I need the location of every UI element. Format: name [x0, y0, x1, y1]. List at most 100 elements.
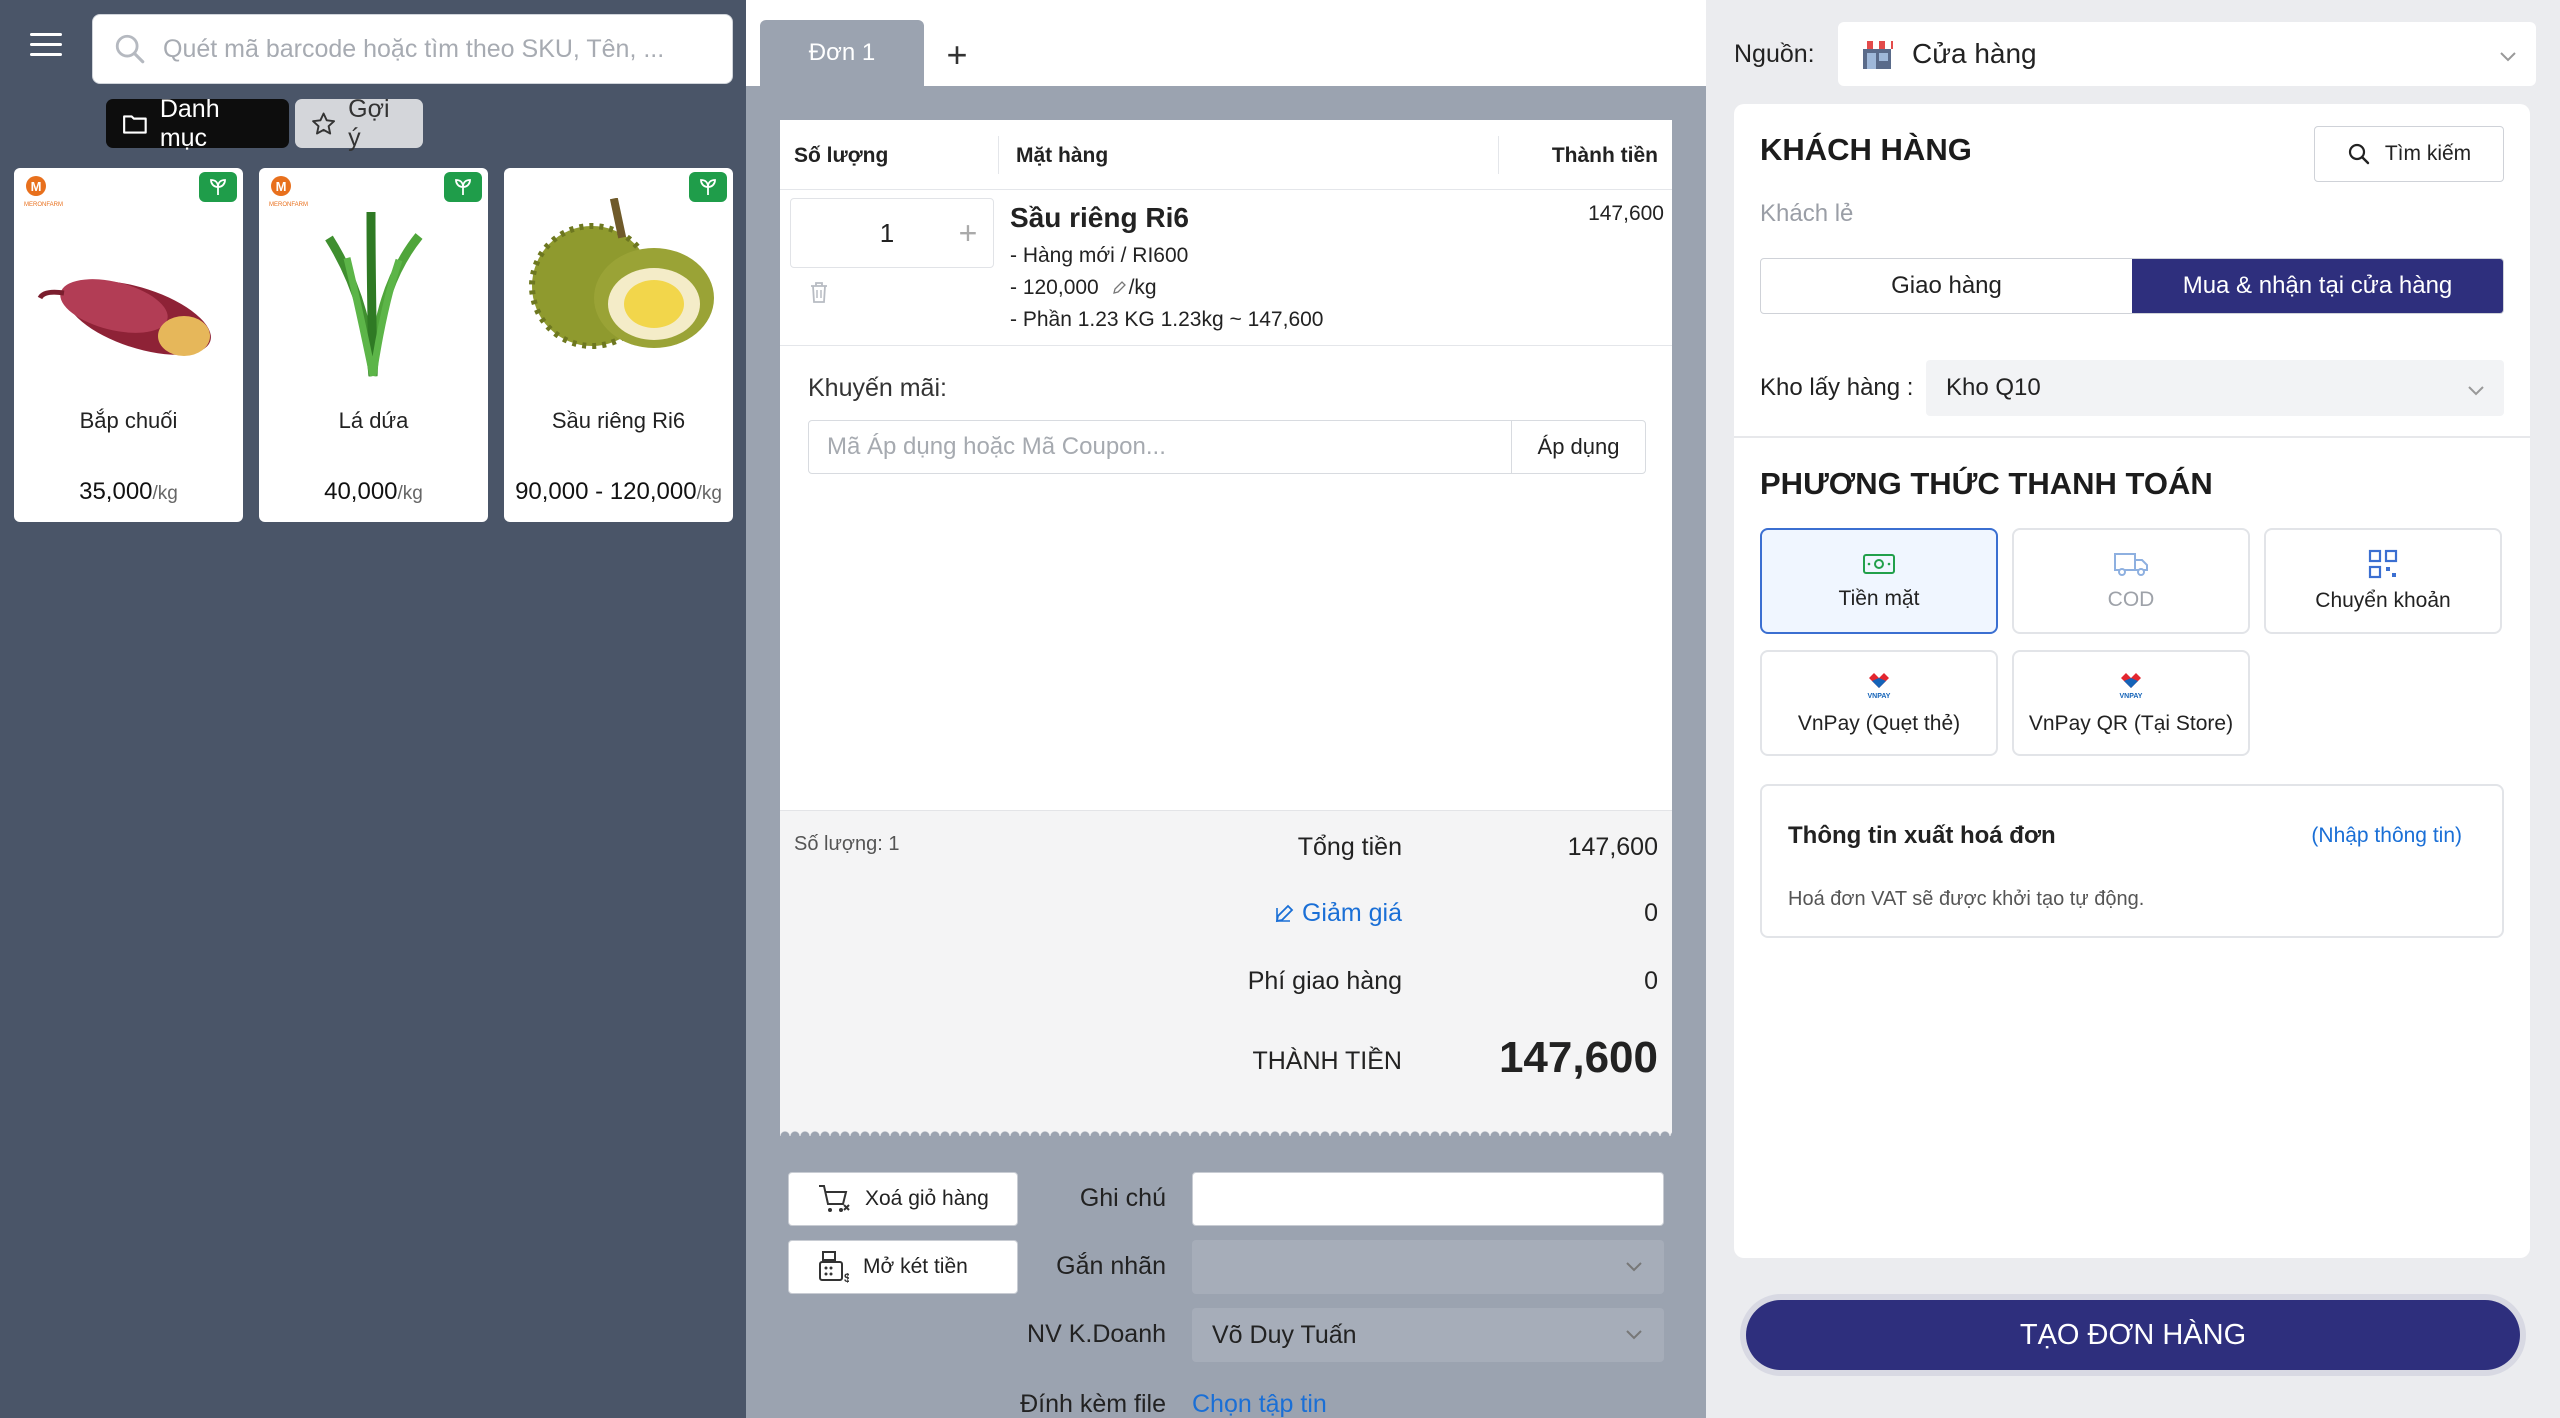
source-label: Nguồn:: [1734, 40, 1815, 68]
quantity-stepper[interactable]: 1 +: [790, 198, 994, 268]
discount-label: Giảm giá: [1301, 899, 1402, 927]
promo-label: Khuyến mãi:: [808, 374, 947, 402]
folder-icon: [123, 114, 147, 134]
chevron-down-icon: [2500, 52, 2516, 62]
delivery-truck-icon: [2114, 553, 2148, 576]
discount-link[interactable]: Giảm giá: [1274, 899, 1402, 928]
edit-pencil-icon[interactable]: [1111, 280, 1127, 296]
search-input[interactable]: [163, 34, 683, 64]
product-price: 40,000/kg: [259, 478, 488, 506]
discount-value: 0: [1644, 899, 1658, 927]
section-divider: [1734, 436, 2530, 438]
category-label: Danh mục: [159, 94, 220, 152]
column-divider: [1498, 136, 1499, 174]
search-bar[interactable]: [92, 14, 733, 84]
cash-register-icon: $: [819, 1251, 849, 1284]
svg-text:M: M: [276, 179, 287, 194]
quantity-increase-button[interactable]: +: [943, 215, 993, 252]
product-card[interactable]: Sầu riêng Ri6 90,000 - 120,000/kg: [504, 168, 733, 522]
product-name: Sầu riêng Ri6: [551, 408, 686, 433]
order-tabs: Đơn 1 +: [746, 0, 1706, 86]
open-drawer-button[interactable]: $ Mở két tiền: [788, 1240, 1018, 1294]
customer-name: Khách lẻ: [1760, 200, 1854, 227]
warehouse-select[interactable]: Kho Q10: [1926, 360, 2504, 416]
cart-area: Đơn 1 + Số lượng Mặt hàng Thành tiền 1 +…: [746, 0, 1706, 1418]
payment-cod-label: COD: [2107, 588, 2155, 611]
hamburger-menu-icon[interactable]: [26, 26, 66, 66]
choose-file-link[interactable]: Chọn tập tin: [1192, 1390, 1327, 1418]
star-icon: [312, 112, 336, 134]
payment-cash[interactable]: Tiền mặt: [1760, 528, 1998, 634]
durian-image: [529, 198, 714, 349]
item-name: Sầu riêng Ri6: [1010, 202, 1189, 233]
fulfillment-toggle: Giao hàng Mua & nhận tại cửa hàng: [1760, 258, 2504, 314]
quantity-value[interactable]: 1: [791, 218, 943, 249]
tab-order-1[interactable]: Đơn 1: [760, 20, 924, 86]
price-value: 35,000: [79, 478, 153, 505]
in-store-pickup-option[interactable]: Mua & nhận tại cửa hàng: [2132, 259, 2503, 313]
promo-field: Áp dụng: [808, 420, 1646, 474]
receipt-header: Số lượng Mặt hàng Thành tiền: [780, 120, 1672, 190]
delivery-option[interactable]: Giao hàng: [1761, 259, 2132, 313]
sales-staff-value: Võ Duy Tuấn: [1212, 1320, 1357, 1349]
product-price: 35,000/kg: [14, 478, 243, 506]
trash-icon[interactable]: [808, 280, 830, 304]
unit-price-suffix: /kg: [1128, 276, 1157, 299]
banana-flower-image: [37, 279, 211, 356]
product-card[interactable]: M MERONFARM Bắp chuối 35,000/kg: [14, 168, 243, 522]
grand-total-value: 147,600: [1498, 1033, 1658, 1082]
suggest-button[interactable]: Gợi ý: [295, 95, 423, 152]
price-value: 90,000 - 120,000: [515, 478, 697, 505]
create-order-button[interactable]: TẠO ĐƠN HÀNG: [1746, 1300, 2520, 1370]
grand-total-label: THÀNH TIỀN: [1252, 1047, 1402, 1075]
invoice-title: Thông tin xuất hoá đơn: [1788, 822, 2056, 849]
apply-coupon-button[interactable]: Áp dụng: [1511, 421, 1645, 473]
vnpay-logo-text: VNPAY: [1868, 693, 1891, 700]
tag-select[interactable]: [1192, 1240, 1664, 1294]
customer-search-button[interactable]: Tìm kiếm: [2314, 126, 2504, 182]
checkout-card: KHÁCH HÀNG Tìm kiếm Khách lẻ Giao hàng M…: [1734, 104, 2530, 1258]
shipping-label: Phí giao hàng: [1247, 967, 1402, 995]
payment-transfer-label: Chuyển khoản: [2315, 589, 2451, 612]
customer-search-label: Tìm kiếm: [2384, 142, 2472, 165]
payment-section-title: PHƯƠNG THỨC THANH TOÁN: [1760, 466, 2213, 501]
item-count: Số lượng: 1: [794, 833, 900, 855]
edit-icon: [1275, 904, 1294, 923]
coupon-input[interactable]: [809, 421, 1511, 473]
payment-vnpay-card[interactable]: VNPAY VnPay (Quẹt thẻ): [1760, 650, 1998, 756]
invoice-info-box: Thông tin xuất hoá đơn (Nhập thông tin) …: [1760, 784, 2504, 938]
payment-vnpay-qr[interactable]: VNPAY VnPay QR (Tại Store): [2012, 650, 2250, 756]
customer-section-title: KHÁCH HÀNG: [1760, 132, 1972, 167]
price-unit: /kg: [397, 483, 423, 504]
receipt-edge-bottom: [780, 1126, 1672, 1136]
tag-label: Gắn nhãn: [1056, 1252, 1166, 1280]
total-column-header: Thành tiền: [1551, 144, 1658, 167]
suggest-label: Gợi ý: [348, 94, 390, 152]
add-order-tab-button[interactable]: +: [932, 30, 982, 80]
clear-cart-label: Xoá giỏ hàng: [865, 1187, 989, 1210]
note-input[interactable]: [1192, 1172, 1664, 1226]
attach-file-label: Đính kèm file: [1020, 1390, 1166, 1418]
product-catalog: Danh mục Gợi ý MMERONFARM Bắp chuối 35,0…: [0, 0, 746, 1418]
price-value: 40,000: [324, 478, 398, 505]
product-card[interactable]: M MERONFARM Lá dứa 40,000/kg: [259, 168, 488, 522]
payment-cod[interactable]: COD: [2012, 528, 2250, 634]
invoice-note: Hoá đơn VAT sẽ được khởi tạo tự động.: [1788, 888, 2145, 910]
warehouse-label-text: Kho lấy hàng: [1760, 374, 1901, 401]
sales-staff-label: NV K.Doanh: [1027, 1320, 1166, 1348]
cart-remove-icon: [819, 1185, 850, 1212]
category-button[interactable]: Danh mục: [106, 95, 289, 152]
source-select[interactable]: Cửa hàng: [1838, 22, 2536, 86]
chevron-down-icon: [2468, 386, 2484, 396]
shipping-value: 0: [1644, 967, 1658, 995]
payment-transfer[interactable]: Chuyển khoản: [2264, 528, 2502, 634]
chevron-down-icon: [1626, 1262, 1642, 1272]
chevron-down-icon: [1626, 1330, 1642, 1340]
sales-staff-select[interactable]: Võ Duy Tuấn: [1192, 1308, 1664, 1362]
receipt: Số lượng Mặt hàng Thành tiền 1 + Sầu riê…: [780, 120, 1672, 1136]
payment-vnpay-card-label: VnPay (Quẹt thẻ): [1797, 712, 1961, 735]
invoice-enter-info-link[interactable]: (Nhập thông tin): [2311, 824, 2462, 848]
clear-cart-button[interactable]: Xoá giỏ hàng: [788, 1172, 1018, 1226]
pandan-leaf-image: [325, 211, 423, 377]
qty-column-header: Số lượng: [794, 144, 889, 167]
